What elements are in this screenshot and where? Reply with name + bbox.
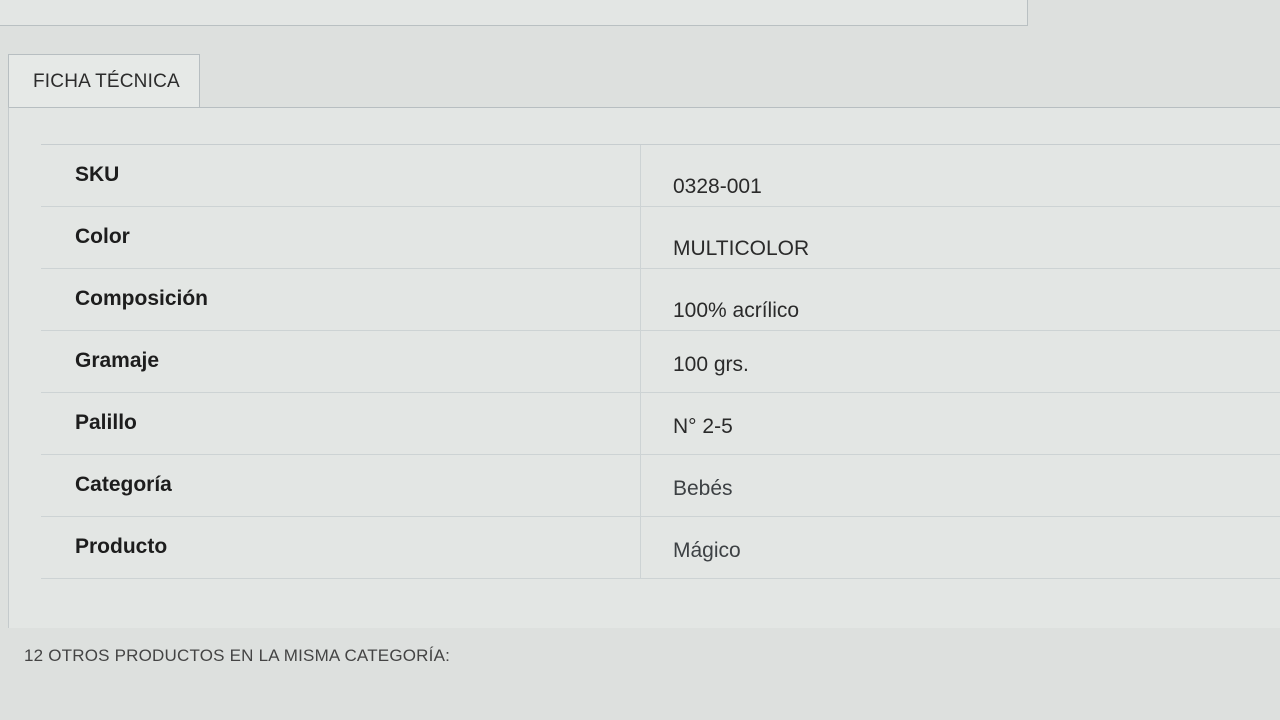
spec-row-composicion: Composición 100% acrílico [41,269,1280,331]
spec-row-sku: SKU 0328-001 [41,145,1280,207]
spec-label: Producto [41,517,641,578]
spec-table: SKU 0328-001 Color MULTICOLOR Composició… [41,144,1280,579]
spec-label: SKU [41,145,641,206]
tab-ficha-tecnica[interactable]: FICHA TÉCNICA [8,54,200,108]
spec-label: Categoría [41,455,641,516]
spec-value: MULTICOLOR [673,237,810,260]
spec-label: Gramaje [41,331,641,392]
spec-value: Bebés [673,477,733,500]
spec-row-producto: Producto Mágico [41,517,1280,579]
spec-row-gramaje: Gramaje 100 grs. [41,331,1280,393]
data-sheet-panel: SKU 0328-001 Color MULTICOLOR Composició… [8,107,1280,628]
spec-label: Palillo [41,393,641,454]
spec-value: N° 2-5 [673,415,733,438]
spec-value: 0328-001 [673,175,762,198]
spec-row-palillo: Palillo N° 2-5 [41,393,1280,455]
spec-label: Color [41,207,641,268]
spec-label: Composición [41,269,641,330]
spec-value: 100 grs. [673,353,749,376]
related-products-heading: 12 OTROS PRODUCTOS EN LA MISMA CATEGORÍA… [24,646,451,665]
spec-row-color: Color MULTICOLOR [41,207,1280,269]
top-content-box [0,0,1028,26]
spec-row-categoria: Categoría Bebés [41,455,1280,517]
tab-label: FICHA TÉCNICA [33,70,180,92]
spec-value: Mágico [673,539,741,562]
spec-value: 100% acrílico [673,299,800,322]
